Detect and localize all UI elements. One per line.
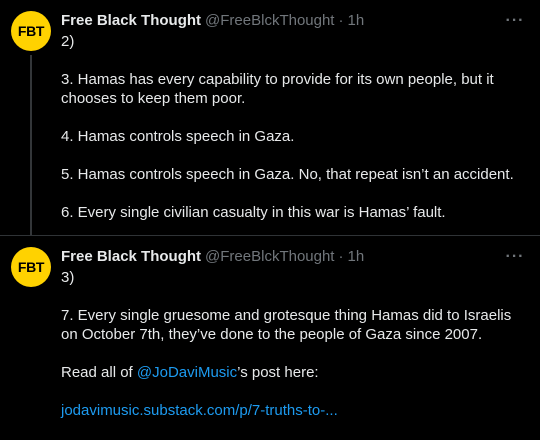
- author-handle[interactable]: @FreeBlckThought: [205, 11, 334, 31]
- avatar[interactable]: FBT: [11, 11, 51, 51]
- author-name[interactable]: Free Black Thought: [61, 11, 201, 31]
- tweet-line: 3): [61, 269, 75, 286]
- separator: ·: [338, 12, 344, 29]
- tweet-line: 4. Hamas controls speech in Gaza.: [61, 128, 295, 145]
- tweet-line: 6. Every single civilian casualty in thi…: [61, 204, 446, 221]
- timestamp[interactable]: 1h: [347, 11, 364, 31]
- author-name[interactable]: Free Black Thought: [61, 247, 201, 267]
- author-handle[interactable]: @FreeBlckThought: [205, 247, 334, 267]
- avatar-text: FBT: [17, 23, 45, 39]
- tweet-content: Free Black Thought @FreeBlckThought · 1h…: [61, 247, 531, 420]
- read-line: Read all of @JoDaviMusic’s post here:: [61, 363, 531, 382]
- tweet-line: 3. Hamas has every capability to provide…: [61, 71, 494, 107]
- mention-link[interactable]: @JoDaviMusic: [137, 364, 237, 381]
- timestamp[interactable]: 1h: [347, 247, 364, 267]
- tweet-content: Free Black Thought @FreeBlckThought · 1h…: [61, 11, 531, 222]
- tweet[interactable]: FBT ··· Free Black Thought @FreeBlckThou…: [0, 0, 540, 236]
- tweet-line: 2): [61, 33, 75, 50]
- url-link[interactable]: jodavimusic.substack.com/p/7-truths-to-.…: [61, 402, 338, 419]
- tweet-text: 3) 7. Every single gruesome and grotesqu…: [61, 268, 531, 420]
- avatar-text: FBT: [17, 259, 45, 275]
- thread-line: [30, 55, 32, 236]
- read-suffix: ’s post here:: [237, 364, 319, 381]
- tweet[interactable]: FBT ··· Free Black Thought @FreeBlckThou…: [0, 236, 540, 440]
- tweet-line: 7. Every single gruesome and grotesque t…: [61, 307, 512, 343]
- avatar[interactable]: FBT: [11, 247, 51, 287]
- tweet-text: 2) 3. Hamas has every capability to prov…: [61, 32, 531, 222]
- read-prefix: Read all of: [61, 364, 137, 381]
- tweet-header: Free Black Thought @FreeBlckThought · 1h: [61, 247, 531, 267]
- tweet-line: 5. Hamas controls speech in Gaza. No, th…: [61, 166, 514, 183]
- tweet-header: Free Black Thought @FreeBlckThought · 1h: [61, 11, 531, 31]
- separator: ·: [338, 248, 344, 265]
